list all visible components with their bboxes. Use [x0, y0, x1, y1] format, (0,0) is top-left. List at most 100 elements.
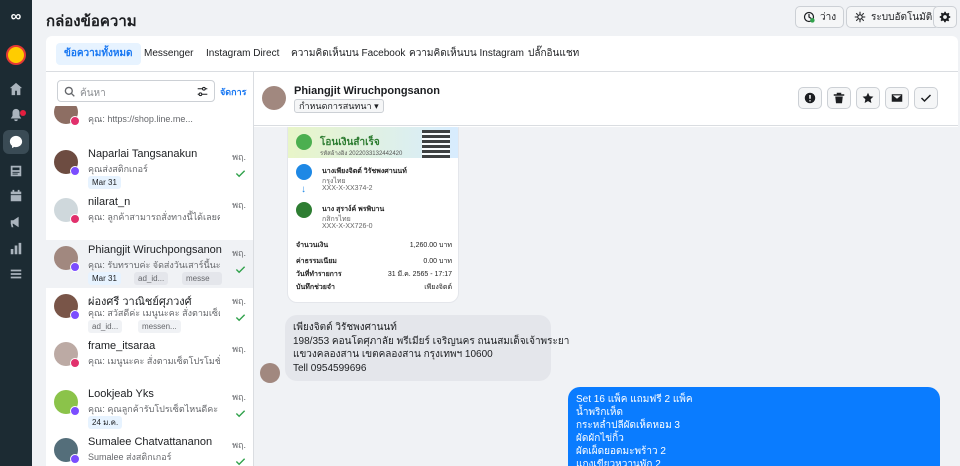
star-icon	[862, 92, 874, 103]
slip-from-account: XXX-X-XX374-2	[322, 185, 373, 192]
envelope-icon	[891, 94, 903, 102]
inbox-icon[interactable]	[3, 130, 29, 154]
chat-contact-name[interactable]: Phiangjit Wiruchpongsanon	[294, 85, 440, 97]
amount-label: จำนวนเงิน	[296, 242, 329, 249]
timestamp: พฤ.	[232, 392, 246, 402]
list-item[interactable]: ผ่องศรี วาณิชย์ศุภวงศ์ คุณ: สวัสดีค่ะ เม…	[46, 288, 253, 336]
list-item[interactable]: คุณ: https://shop.line.me...	[46, 106, 253, 130]
page-title: กล่องข้อความ	[46, 13, 137, 30]
inbox-tabs: ข้อความทั้งหมด Messenger Instagram Direc…	[46, 36, 958, 72]
done-check-icon[interactable]	[235, 168, 246, 179]
message-line: ผัดเผ็ดยอดมะพร้าว 2	[576, 446, 666, 457]
trash-icon	[833, 92, 845, 104]
gear-icon	[939, 11, 951, 23]
tab-instagram-direct[interactable]: Instagram Direct	[198, 43, 287, 65]
avatar[interactable]	[262, 86, 286, 110]
automation-button[interactable]: ระบบอัตโนมัติ	[846, 6, 941, 28]
spam-button[interactable]	[798, 87, 822, 109]
message-line: กระหล่ำปลีผัดเห็ดหอม 3	[576, 420, 680, 431]
list-item[interactable]: frame_itsaraa คุณ: เมนูนะคะ สั่งตามเซ็ตโ…	[46, 336, 253, 384]
posts-icon[interactable]	[6, 161, 26, 181]
insights-icon[interactable]	[6, 239, 26, 259]
message-line: Tell 0954599696	[293, 362, 367, 374]
status-button[interactable]: ว่าง	[795, 6, 845, 28]
amount-value: 1,260.00	[409, 242, 438, 249]
messenger-icon	[70, 406, 80, 416]
tab-messenger[interactable]: Messenger	[136, 43, 201, 65]
message-thread: โอนเงินสำเร็จ รหัสอ้างอิง 20220331324424…	[254, 127, 958, 466]
automation-icon	[854, 11, 866, 23]
home-icon[interactable]	[6, 79, 26, 99]
contact-name: frame_itsaraa	[88, 340, 156, 352]
mark-done-button[interactable]	[914, 87, 938, 109]
contact-name: Phiangjit Wiruchpongsanon	[88, 244, 222, 256]
outgoing-message[interactable]: Set 16 แพ็ค แถมฟรี 2 แพ็ค น้ำพริกเห็ด กร…	[568, 387, 940, 466]
note-label: บันทึกช่วยจำ	[296, 284, 335, 291]
instagram-icon	[70, 116, 80, 126]
message-preview: คุณ: ลูกค้าสามารถสั่งทางนี้ได้เลยค่ะ	[88, 212, 220, 222]
tab-all-messages[interactable]: ข้อความทั้งหมด	[56, 43, 141, 65]
message-line: 198/353 คอนโดศุภาลัย พรีเมียร์ เจริญนคร …	[293, 335, 570, 347]
mark-unread-button[interactable]	[885, 87, 909, 109]
success-check-icon	[296, 134, 312, 150]
timestamp: พฤ.	[232, 248, 246, 258]
messenger-icon	[70, 262, 80, 272]
incoming-message[interactable]: เพียงจิตต์ วิรัชพงศานนท์ 198/353 คอนโดศุ…	[285, 315, 570, 381]
check-icon	[920, 94, 932, 103]
fee-label: ค่าธรรมเนียม	[296, 258, 337, 265]
list-item[interactable]: nilarat_n คุณ: ลูกค้าสามารถสั่งทางนี้ได้…	[46, 192, 253, 240]
menu-icon[interactable]	[6, 264, 26, 284]
message-line: ผัดผักไข่กิ้ว	[576, 433, 624, 444]
list-item[interactable]: Naparlai Tangsanakun คุณส่งสติกเกอร์ พฤ.…	[46, 144, 253, 192]
tab-chat-plugin[interactable]: ปลั๊กอินแชท	[520, 43, 587, 65]
transfer-slip-image[interactable]: โอนเงินสำเร็จ รหัสอ้างอิง 20220331324424…	[287, 127, 459, 303]
tab-facebook-comments[interactable]: ความคิดเห็นบน Facebook	[283, 43, 413, 65]
chat-pane: Phiangjit Wiruchpongsanon กำหนดการสนทนา …	[254, 72, 958, 466]
message-preview: Sumalee ส่งสติกเกอร์	[88, 452, 172, 462]
assign-conversation-dropdown[interactable]: กำหนดการสนทนา ▾	[294, 99, 384, 113]
timestamp: พฤ.	[232, 344, 246, 354]
done-check-icon[interactable]	[235, 456, 246, 466]
status-label: ว่าง	[820, 11, 837, 23]
top-bar: กล่องข้อความ ว่าง ระบบอัตโนมัติ	[32, 0, 960, 34]
timestamp: พฤ.	[232, 152, 246, 162]
slip-ref: รหัสอ้างอิง 2022033132442420	[320, 151, 403, 157]
message-preview: คุณส่งสติกเกอร์	[88, 164, 148, 174]
calendar-icon[interactable]	[6, 186, 26, 206]
timestamp: พฤ.	[232, 296, 246, 306]
done-check-icon[interactable]	[235, 264, 246, 275]
list-item[interactable]: Sumalee Chatvattananon Sumalee ส่งสติกเก…	[46, 432, 253, 466]
messenger-icon	[70, 310, 80, 320]
message-preview: คุณ: https://shop.line.me...	[88, 114, 193, 124]
message-line: น้ำพริกเห็ด	[576, 407, 623, 418]
done-check-icon[interactable]	[235, 408, 246, 419]
delete-button[interactable]	[827, 87, 851, 109]
list-item-selected[interactable]: Phiangjit Wiruchpongsanon คุณ: รับทราบค่…	[46, 240, 253, 288]
app-root: ∞ กล่องข้อความ ว่าง ระบบอัตโนมัติ ข้อควา…	[0, 0, 960, 466]
slip-to-account: XXX-X-XX726-0	[322, 223, 373, 230]
instagram-icon	[70, 214, 80, 224]
done-check-icon[interactable]	[235, 312, 246, 323]
timestamp: พฤ.	[232, 440, 246, 450]
slip-note-row: บันทึกช่วยจำ เพียงจิตต์	[296, 282, 452, 292]
label-tag: Mar 31	[88, 272, 121, 285]
contact-name: Sumalee Chatvattananon	[88, 436, 213, 448]
ads-icon[interactable]	[6, 212, 26, 232]
instagram-icon	[70, 358, 80, 368]
slip-fee-row: ค่าธรรมเนียม 0.00 บาท	[296, 256, 452, 266]
message-preview: คุณ: สวัสดีค่ะ เมนูนะคะ สั่งตามเซ็ต	[88, 308, 220, 318]
list-item[interactable]: Lookjeab Yks คุณ: คุณลูกค้ารับโปรเซ็ตไหน…	[46, 384, 253, 432]
message-line: เพียงจิตต์ วิรัชพงศานนท์	[293, 322, 397, 333]
page-avatar[interactable]	[6, 45, 26, 65]
star-button[interactable]	[856, 87, 880, 109]
alert-icon	[804, 92, 816, 104]
search-field[interactable]: ค้นหา	[57, 80, 215, 102]
tab-instagram-comments[interactable]: ความคิดเห็นบน Instagram	[401, 43, 532, 65]
filter-icon[interactable]	[197, 86, 208, 97]
manage-link[interactable]: จัดการ	[220, 85, 246, 99]
assign-label: กำหนดการสนทนา	[299, 101, 372, 111]
message-line: แขวงคลองสาน เขตคลองสาน กรุงเทพฯ 10600	[293, 349, 493, 360]
settings-button[interactable]	[933, 6, 957, 28]
inbox-panel: ข้อความทั้งหมด Messenger Instagram Direc…	[46, 36, 958, 466]
sender-avatar	[260, 363, 280, 383]
